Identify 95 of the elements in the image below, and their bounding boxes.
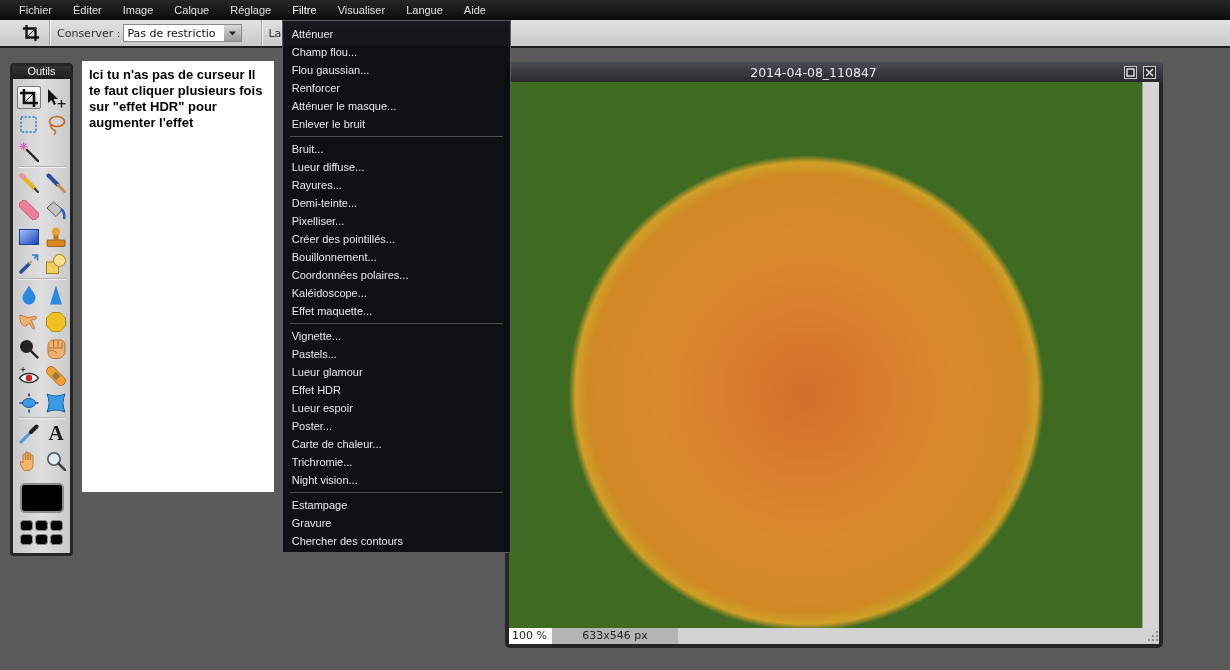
bandage-icon <box>46 365 66 386</box>
menu-item[interactable]: Kaléidoscope... <box>282 284 510 302</box>
zoom-icon <box>46 450 66 471</box>
replace-tool[interactable] <box>17 252 41 275</box>
menu-item[interactable]: Coordonnées polaires... <box>282 266 510 284</box>
menu-bar-item[interactable]: Fichier <box>8 0 63 20</box>
image-size-label: 633x546 px <box>552 628 678 644</box>
pointer-arrow-icon <box>46 87 66 108</box>
pencil-tool[interactable] <box>17 171 41 194</box>
menu-item[interactable]: Effet maquette... <box>282 302 510 320</box>
ellipse-arrows-icon <box>19 392 39 413</box>
paint-bucket-icon <box>46 199 66 220</box>
resize-grip-icon[interactable] <box>1147 630 1159 642</box>
menu-item[interactable]: Chercher des contours <box>282 532 510 550</box>
menu-bar-item[interactable]: Réglage <box>219 0 282 20</box>
menu-item[interactable]: Flou gaussian... <box>282 61 510 79</box>
lollipop-icon <box>19 338 39 359</box>
menu-item[interactable]: Estampage <box>282 496 510 514</box>
finger-icon <box>19 311 39 332</box>
zoom-tool[interactable] <box>44 449 68 472</box>
menu-item[interactable]: Lueur diffuse... <box>282 158 510 176</box>
menu-bar-item[interactable]: Langue <box>395 0 454 20</box>
menu-bar-item[interactable]: Calque <box>163 0 220 20</box>
menu-item[interactable]: Rayures... <box>282 176 510 194</box>
menu-item[interactable]: Vignette... <box>282 327 510 345</box>
dodge-tool[interactable] <box>17 337 41 360</box>
crop-tool[interactable] <box>17 86 41 109</box>
menu-item[interactable]: Trichromie... <box>282 453 510 471</box>
brush-icon <box>46 172 66 193</box>
menu-item[interactable]: Renforcer <box>282 79 510 97</box>
eye-icon <box>19 365 39 386</box>
palette-slot-icon[interactable] <box>20 520 33 531</box>
menu-bar-item[interactable]: Filtre <box>281 0 328 20</box>
palette-slot-icon[interactable] <box>20 534 33 545</box>
brush-tool[interactable] <box>44 171 68 194</box>
menu-item[interactable]: Champ flou... <box>282 43 510 61</box>
eyedropper-icon <box>19 423 39 444</box>
eraser-icon <box>19 199 39 220</box>
menu-item[interactable]: Pastels... <box>282 345 510 363</box>
menu-item[interactable]: Atténuer <box>282 25 510 43</box>
magic-wand-icon <box>19 141 39 162</box>
menu-bar-item[interactable]: Aide <box>453 0 497 20</box>
fist-icon <box>46 338 66 359</box>
palette-slot-icon[interactable] <box>35 534 48 545</box>
sponge-icon <box>46 311 66 332</box>
pencil-icon <box>19 172 39 193</box>
bucket-tool[interactable] <box>44 198 68 221</box>
palette-slot-icon[interactable] <box>50 534 63 545</box>
type-tool[interactable]: A <box>44 422 68 445</box>
square-icon <box>1126 67 1135 77</box>
caret-icon <box>224 25 242 41</box>
menu-item[interactable]: Demi-teinte... <box>282 194 510 212</box>
menu-item[interactable]: Effet HDR <box>282 381 510 399</box>
lasso-icon <box>46 114 66 135</box>
menu-item[interactable]: Créer des pointillés... <box>282 230 510 248</box>
close-button[interactable] <box>1143 65 1156 79</box>
crop-icon <box>22 24 40 42</box>
maximize-button[interactable] <box>1124 65 1137 79</box>
menu-item[interactable]: Bouillonnement... <box>282 248 510 266</box>
menu-item[interactable]: Bruit... <box>282 140 510 158</box>
menu-bar-item[interactable]: Éditer <box>62 0 113 20</box>
crop-icon <box>19 87 39 108</box>
window-title: 2014-04-08_110847 <box>749 64 878 80</box>
pinch-tool[interactable] <box>44 391 68 414</box>
keep-label: Conserver : <box>57 26 121 40</box>
menu-bar-item[interactable]: Visualiser <box>327 0 396 20</box>
stamp-icon <box>46 226 66 247</box>
menu-item[interactable]: Atténuer le masque... <box>282 97 510 115</box>
picker-tool[interactable] <box>17 422 41 445</box>
close-icon <box>1145 67 1154 77</box>
gradient-icon <box>19 226 39 247</box>
zoom-field[interactable]: 100 % <box>509 628 552 644</box>
tools-panel-title: Outils <box>12 66 71 79</box>
menu-item[interactable]: Gravure <box>282 514 510 532</box>
palette-slot-icon[interactable] <box>50 520 63 531</box>
menu-item[interactable]: Pixelliser... <box>282 212 510 230</box>
keep-select[interactable]: Pas de restrictio <box>123 24 243 42</box>
shapes-icon <box>46 253 66 274</box>
wand-tool[interactable] <box>17 140 41 163</box>
menu-item[interactable]: Night vision... <box>282 471 510 489</box>
brush-arrows-icon <box>19 253 39 274</box>
stamp-tool[interactable] <box>44 225 68 248</box>
dashed-rectangle-icon <box>19 114 39 135</box>
menu-item[interactable]: Carte de chaleur... <box>282 435 510 453</box>
color-swatch[interactable] <box>19 483 64 513</box>
bloat-tool[interactable] <box>17 391 41 414</box>
menu-item[interactable]: Lueur glamour <box>282 363 510 381</box>
note-text: Ici tu n'as pas de curseur Il te faut cliquer plusieurs fois sur "effet HDR" pour augmenter l'effet <box>89 67 264 131</box>
menu-item[interactable]: Enlever le bruit <box>282 115 510 133</box>
menu-bar-item[interactable]: Image <box>112 0 164 20</box>
scroll-bar[interactable] <box>1142 82 1159 628</box>
palette-slot-icon[interactable] <box>35 520 48 531</box>
menu-item[interactable]: Lueur espoir <box>282 399 510 417</box>
menu-item[interactable]: Poster... <box>282 417 510 435</box>
width-label: La <box>268 26 282 40</box>
